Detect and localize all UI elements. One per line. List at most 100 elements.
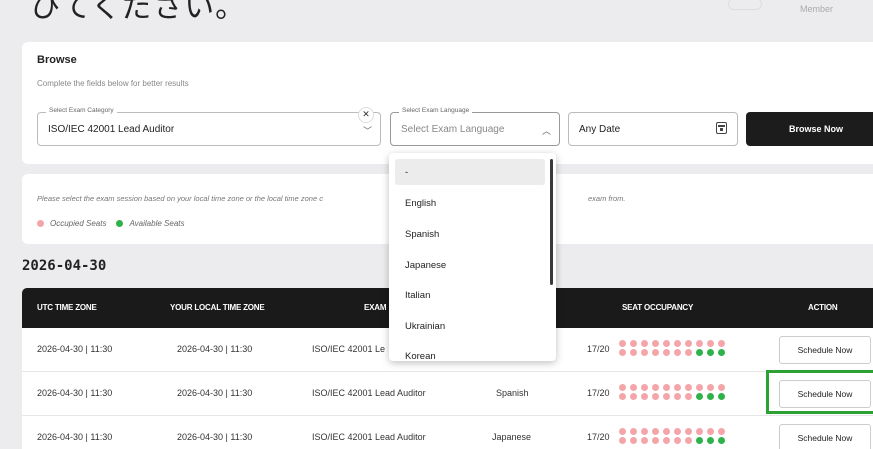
available-seat-icon — [696, 349, 703, 356]
occupied-seat-icon — [685, 349, 692, 356]
th-action: ACTION — [808, 303, 838, 312]
browse-title: Browse — [37, 54, 77, 66]
occupied-seat-icon — [663, 349, 670, 356]
seat-grid — [619, 428, 734, 444]
occupied-seat-icon — [641, 393, 648, 400]
seat-grid — [619, 384, 734, 400]
browse-card: Browse Complete the fields below for bet… — [22, 42, 873, 164]
date-placeholder: Any Date — [579, 124, 621, 135]
occupied-seat-icon — [674, 428, 681, 435]
occupied-seat-icon — [718, 428, 725, 435]
dropdown-scrollbar[interactable] — [550, 159, 553, 285]
available-seat-icon — [718, 437, 725, 444]
available-seat-icon — [707, 393, 714, 400]
occupied-seat-icon — [685, 384, 692, 391]
available-seat-icon — [707, 437, 714, 444]
browse-subtitle: Complete the fields below for better res… — [37, 79, 189, 88]
top-banner: ひてください。 Member — [0, 0, 873, 25]
exam-category-value: ISO/IEC 42001 Lead Auditor — [48, 124, 175, 135]
dropdown-option[interactable]: - — [395, 159, 545, 185]
dropdown-option[interactable]: Spanish — [395, 221, 545, 247]
available-dot-icon — [116, 220, 124, 227]
cell-utc: 2026-04-30 | 11:30 — [37, 432, 113, 442]
schedule-now-button[interactable]: Schedule Now — [779, 336, 871, 364]
occupied-seat-icon — [652, 340, 659, 347]
occupied-seat-icon — [652, 428, 659, 435]
occupied-seat-icon — [674, 437, 681, 444]
cell-local: 2026-04-30 | 11:30 — [177, 344, 253, 354]
table-row: 2026-04-30 | 11:30 2026-04-30 | 11:30 IS… — [22, 372, 873, 416]
th-utc: UTC TIME ZONE — [37, 303, 97, 312]
info-text: Please select the exam session based on … — [37, 194, 323, 203]
exam-language-label: Select Exam Language — [399, 107, 473, 114]
occupied-seat-icon — [652, 437, 659, 444]
calendar-icon[interactable] — [716, 122, 727, 134]
legend-occupied: Occupied Seats — [50, 219, 107, 228]
dropdown-option[interactable]: Ukrainian — [395, 313, 545, 339]
legend-available: Available Seats — [129, 219, 185, 228]
occupied-seat-icon — [630, 437, 637, 444]
occupied-dot-icon — [37, 220, 44, 227]
browse-now-button[interactable]: Browse Now — [746, 112, 873, 146]
cell-exam: ISO/IEC 42001 Lead Auditor — [312, 432, 426, 442]
exam-category-select[interactable]: Select Exam Category ISO/IEC 42001 Lead … — [37, 107, 381, 146]
header-pill[interactable] — [728, 0, 762, 10]
member-label[interactable]: Member — [800, 4, 833, 14]
occupied-seat-icon — [696, 428, 703, 435]
cell-local: 2026-04-30 | 11:30 — [177, 432, 253, 442]
occupied-seat-icon — [641, 349, 648, 356]
chevron-down-icon: ﹀ — [362, 127, 372, 137]
cell-exam: ISO/IEC 42001 Le — [312, 344, 386, 354]
seat-grid — [619, 340, 734, 356]
occupied-seat-icon — [718, 340, 725, 347]
occupied-seat-icon — [652, 384, 659, 391]
cell-language: Spanish — [496, 388, 529, 398]
occupied-seat-icon — [707, 340, 714, 347]
exam-language-select[interactable]: Select Exam Language Select Exam Languag… — [390, 107, 560, 146]
schedule-now-button[interactable]: Schedule Now — [779, 424, 871, 449]
occupied-seat-icon — [663, 437, 670, 444]
occupied-seat-icon — [630, 340, 637, 347]
cell-utc: 2026-04-30 | 11:30 — [37, 344, 113, 354]
occupied-seat-icon — [663, 340, 670, 347]
dropdown-option[interactable]: Italian — [395, 282, 545, 308]
occupied-seat-icon — [652, 393, 659, 400]
cell-occupancy: 17/20 — [587, 432, 610, 442]
clear-icon[interactable]: ✕ — [358, 107, 374, 123]
occupied-seat-icon — [619, 384, 626, 391]
occupied-seat-icon — [685, 437, 692, 444]
occupied-seat-icon — [663, 428, 670, 435]
occupied-seat-icon — [641, 384, 648, 391]
occupied-seat-icon — [619, 349, 626, 356]
occupied-seat-icon — [641, 340, 648, 347]
occupied-seat-icon — [707, 428, 714, 435]
language-dropdown-menu: - English Spanish Japanese Italian Ukrai… — [389, 153, 556, 361]
table-row: 2026-04-30 | 11:30 2026-04-30 | 11:30 IS… — [22, 416, 873, 449]
dropdown-option[interactable]: English — [395, 190, 545, 216]
occupied-seat-icon — [619, 340, 626, 347]
available-seat-icon — [696, 437, 703, 444]
occupied-seat-icon — [685, 340, 692, 347]
th-local: YOUR LOCAL TIME ZONE — [170, 303, 265, 312]
occupied-seat-icon — [630, 393, 637, 400]
th-exam: EXAM — [364, 303, 387, 312]
cell-language: Japanese — [492, 432, 532, 442]
occupied-seat-icon — [641, 428, 648, 435]
date-picker[interactable]: Any Date — [568, 112, 738, 146]
dropdown-option[interactable]: Japanese — [395, 252, 545, 278]
occupied-seat-icon — [652, 349, 659, 356]
occupied-seat-icon — [718, 384, 725, 391]
dropdown-option[interactable]: Korean — [395, 343, 545, 361]
seat-legend: Occupied Seats Available Seats — [37, 219, 184, 228]
occupied-seat-icon — [663, 384, 670, 391]
occupied-seat-icon — [696, 384, 703, 391]
cell-occupancy: 17/20 — [587, 344, 610, 354]
available-seat-icon — [707, 349, 714, 356]
occupied-seat-icon — [674, 349, 681, 356]
available-seat-icon — [718, 349, 725, 356]
exam-language-placeholder: Select Exam Language — [401, 124, 505, 135]
cell-occupancy: 17/20 — [587, 388, 610, 398]
occupied-seat-icon — [630, 384, 637, 391]
banner-japanese-text: ひてください。 — [30, 0, 247, 25]
occupied-seat-icon — [707, 384, 714, 391]
